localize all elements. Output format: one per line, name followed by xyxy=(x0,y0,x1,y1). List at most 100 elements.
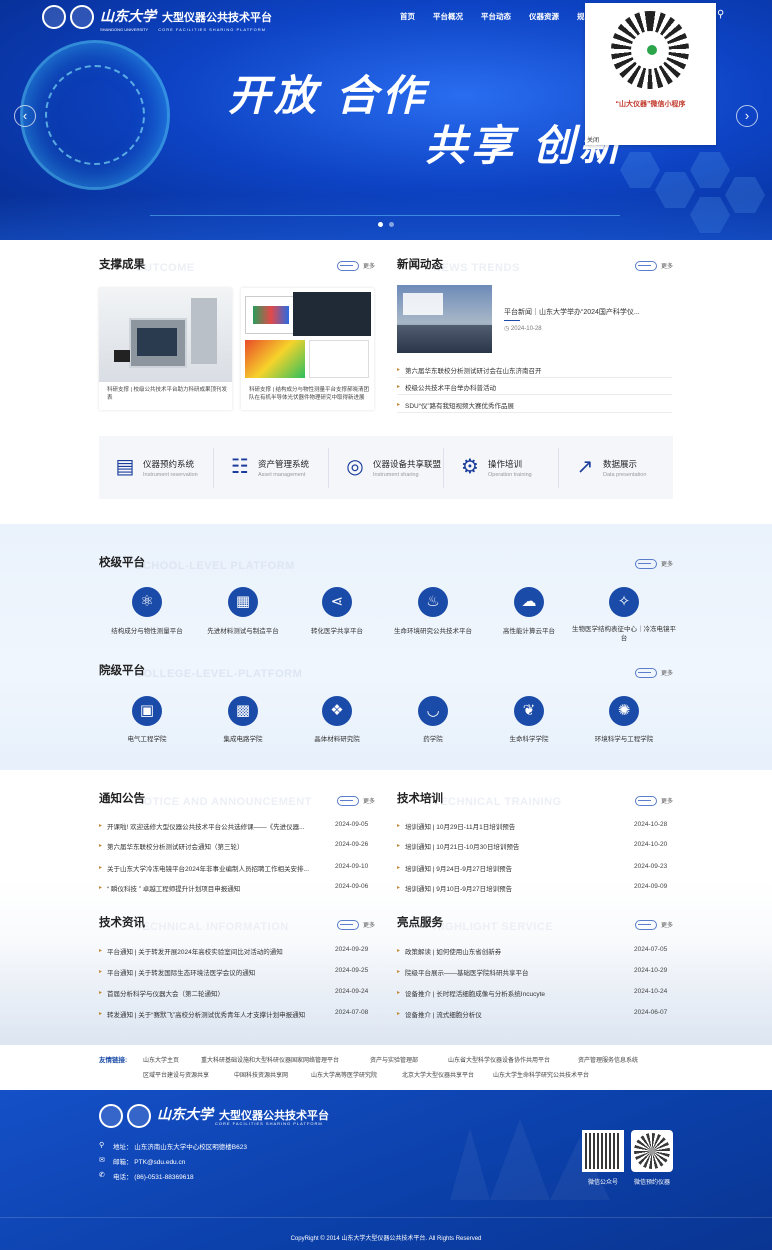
tech-info-item[interactable]: 首届分析科学与仪器大会（第二轮通知） xyxy=(107,988,224,998)
atom-icon[interactable]: ✺ xyxy=(609,696,639,726)
school-platform-item[interactable]: 结构成分与物性测量平台 xyxy=(92,625,202,635)
share-icon[interactable]: ⋖ xyxy=(322,587,352,617)
college-platform-item[interactable]: 环境科学与工程学院 xyxy=(569,733,679,743)
carousel-prev-button[interactable]: ‹ xyxy=(14,105,36,127)
notices-more-link[interactable]: 更多 xyxy=(337,796,375,807)
training-item[interactable]: 培训通知 | 9月24日-9月27日培训预告 xyxy=(405,863,512,873)
notice-item[interactable]: “ 瞬仪科技 ” 卓越工程师提升计划项目申报通知 xyxy=(107,883,240,893)
logo-platform-en: CORE FACILITIES SHARING PLATFORM xyxy=(158,27,266,32)
nav-home[interactable]: 首页 xyxy=(400,11,415,22)
battery-icon[interactable]: ▣ xyxy=(132,696,162,726)
friend-link[interactable]: 中国科技资源共享网 xyxy=(234,1070,288,1079)
news-ghost: NEWS TRENDS xyxy=(433,262,520,274)
friend-link[interactable]: 山东大学高等医学研究院 xyxy=(311,1070,377,1079)
mini-program-caption: “山大仪器”微信小程序 xyxy=(615,101,686,108)
chip-icon[interactable]: ▩ xyxy=(228,696,258,726)
training-item[interactable]: 培训通知 | 10月21日-10月30日培训预告 xyxy=(405,841,519,851)
notice-item[interactable]: 开课啦! 欢迎选修大型仪器公共技术平台公共选修课——《先进仪器... xyxy=(107,821,305,831)
nav-overview[interactable]: 平台概况 xyxy=(433,11,463,22)
search-icon[interactable]: ⚲ xyxy=(717,9,724,20)
university-seal-icon xyxy=(42,5,66,29)
tech-info-more-link[interactable]: 更多 xyxy=(337,920,375,931)
highlights-title: 亮点服务 xyxy=(397,917,443,929)
popup-close-button[interactable]: 关闭 xyxy=(587,135,599,144)
cloud-server-icon[interactable]: ☁ xyxy=(514,587,544,617)
nav-rules[interactable]: 规 xyxy=(577,11,585,22)
news-featured-title[interactable]: 平台新闻｜山东大学举办“2024国产科学仪... xyxy=(504,307,640,317)
tech-info-item[interactable]: 转发通知 | 关于“赛默飞”高校分析测试优秀青年人才支撑计划申报通知 xyxy=(107,1009,305,1019)
news-item[interactable]: 校级公共技术平台举办科普活动 xyxy=(405,382,496,392)
college-platform-item[interactable]: 晶体材料研究院 xyxy=(282,733,392,743)
system-operation-training[interactable]: ⚙ 操作培训 Operation training xyxy=(444,436,558,499)
crystal-icon[interactable]: ❖ xyxy=(322,696,352,726)
news-item[interactable]: SDU“仪”路有我短视频大赛优秀作品展 xyxy=(405,400,514,410)
friend-link[interactable]: 山东省大型科学仪器设备协作共用平台 xyxy=(448,1055,550,1064)
school-platform-item[interactable]: 生命环境研究公共技术平台 xyxy=(378,625,488,635)
support-card-image xyxy=(99,288,232,382)
notice-item[interactable]: 关于山东大学冷冻电镜平台2024年非事业编制人员招聘工作相关安排... xyxy=(107,863,309,873)
friend-link[interactable]: 山东大学主页 xyxy=(143,1055,179,1064)
system-data-presentation[interactable]: ↗ 数据展示 Data presentation xyxy=(559,436,673,499)
footer-logo-en: CORE FACILITIES SHARING PLATFORM xyxy=(215,1121,323,1126)
support-card-caption: 科研支撑 | 校级公共技术平台助力科研成果顶刊发表 xyxy=(107,387,227,401)
phone-icon: ✆ xyxy=(99,1172,105,1179)
college-platform-more-link[interactable]: 更多 xyxy=(635,668,673,679)
highlight-item[interactable]: 院级平台展示——基础医学院科研共享平台 xyxy=(405,967,529,977)
leaf-icon[interactable]: ❦ xyxy=(514,696,544,726)
footer-university-seal-icon xyxy=(99,1104,123,1128)
drop-hand-icon[interactable]: ♨ xyxy=(418,587,448,617)
carousel-next-button[interactable]: › xyxy=(736,105,758,127)
school-platform-item[interactable]: 转化医学共享平台 xyxy=(282,625,392,635)
platform-seal-icon xyxy=(70,5,94,29)
school-platform-more-link[interactable]: 更多 xyxy=(635,559,673,570)
school-platform-ghost: SCHOOL-LEVEL PLATFORM xyxy=(135,560,295,572)
support-card[interactable]: 科研支撑 | 结构成分与物性测量平台支撑郝晓清团队在有机半导体光伏器件物理研究中… xyxy=(241,288,374,410)
support-card[interactable]: 科研支撑 | 校级公共技术平台助力科研成果顶刊发表 xyxy=(99,288,232,410)
microscope-icon[interactable]: ✧ xyxy=(609,587,639,617)
tech-info-ghost: TECHNICAL INFORMATION xyxy=(135,921,289,933)
wechat-booking-qr xyxy=(631,1130,673,1172)
tech-info-item[interactable]: 平台通知 | 关于转发国际生态环境法医学会议的通知 xyxy=(107,967,255,977)
friend-link[interactable]: 重大科研基础设施和大型科研仪器国家网络管理平台 xyxy=(201,1055,339,1064)
friend-link[interactable]: 资产管理服务信息系统 xyxy=(578,1055,638,1064)
support-card-caption: 科研支撑 | 结构成分与物性测量平台支撑郝晓清团队在有机半导体光伏器件物理研究中… xyxy=(249,387,369,401)
friend-link[interactable]: 区域平台建设与资源共享 xyxy=(143,1070,209,1079)
chart-board-icon[interactable]: ▦ xyxy=(228,587,258,617)
highlight-item[interactable]: 设备推介 | 流式细胞分析仪 xyxy=(405,1009,482,1019)
footer: 山东大学 大型仪器公共技术平台 CORE FACILITIES SHARING … xyxy=(0,1090,772,1250)
system-asset-management[interactable]: ☷ 资产管理系统 Asset management xyxy=(214,436,328,499)
notice-item[interactable]: 第六届华东联校分析测试研讨会通知（第三轮） xyxy=(107,841,244,851)
logo-university-en: SHANDONG UNIVERSITY xyxy=(100,27,149,32)
friend-link[interactable]: 山东大学生命科学研究公共技术平台 xyxy=(493,1070,589,1079)
highlights-more-link[interactable]: 更多 xyxy=(635,920,673,931)
training-item[interactable]: 培训通知 | 9月10日-9月27日培训预告 xyxy=(405,883,512,893)
school-platform-item[interactable]: 生物医学结构表征中心｜冷冻电镜平台 xyxy=(569,625,679,643)
college-platform-item[interactable]: 药学院 xyxy=(378,733,488,743)
friend-link[interactable]: 北京大学大型仪器共享平台 xyxy=(402,1070,474,1079)
news-more-link[interactable]: 更多 xyxy=(635,261,673,272)
system-instrument-reservation[interactable]: ▤ 仪器预约系统 Instrument reservation xyxy=(99,436,213,499)
mortar-icon[interactable]: ◡ xyxy=(418,696,448,726)
support-more-link[interactable]: 更多 xyxy=(337,261,375,272)
hero-slogan-line1: 开放 合作 xyxy=(228,72,428,119)
nav-news[interactable]: 平台动态 xyxy=(481,11,511,22)
molecule-icon[interactable]: ⚛ xyxy=(132,587,162,617)
college-platform-item[interactable]: 电气工程学院 xyxy=(92,733,202,743)
news-featured-image[interactable] xyxy=(397,285,492,353)
highlight-item[interactable]: 设备推介 | 长时程活细胞成像与分析系统Incucyte xyxy=(405,988,545,998)
nav-instruments[interactable]: 仪器资源 xyxy=(529,11,559,22)
college-platform-item[interactable]: 生命科学学院 xyxy=(474,733,584,743)
wechat-official-qr xyxy=(582,1130,624,1172)
news-item[interactable]: 第六届华东联校分析测试研讨会在山东济南召开 xyxy=(405,365,542,375)
training-item[interactable]: 培训通知 | 10月29日-11月1日培训预告 xyxy=(405,821,515,831)
wechat-mini-icon xyxy=(647,45,657,55)
friend-link[interactable]: 资产与实验管理部 xyxy=(370,1055,418,1064)
school-platform-item[interactable]: 高性能计算云平台 xyxy=(474,625,584,635)
carousel-dot-active[interactable] xyxy=(378,222,383,227)
carousel-dot[interactable] xyxy=(389,222,394,227)
tech-info-item[interactable]: 平台通知 | 关于转发开展2024年高校实验室间比对活动的通知 xyxy=(107,946,283,956)
highlight-item[interactable]: 政策解读 | 如何使用山东省创新券 xyxy=(405,946,501,956)
site-logo[interactable]: 山东大学 大型仪器公共技术平台 SHANDONG UNIVERSITY CORE… xyxy=(100,6,272,32)
training-more-link[interactable]: 更多 xyxy=(635,796,673,807)
system-instrument-sharing[interactable]: ◎ 仪器设备共享联盟 Instrument sharing xyxy=(329,436,443,499)
